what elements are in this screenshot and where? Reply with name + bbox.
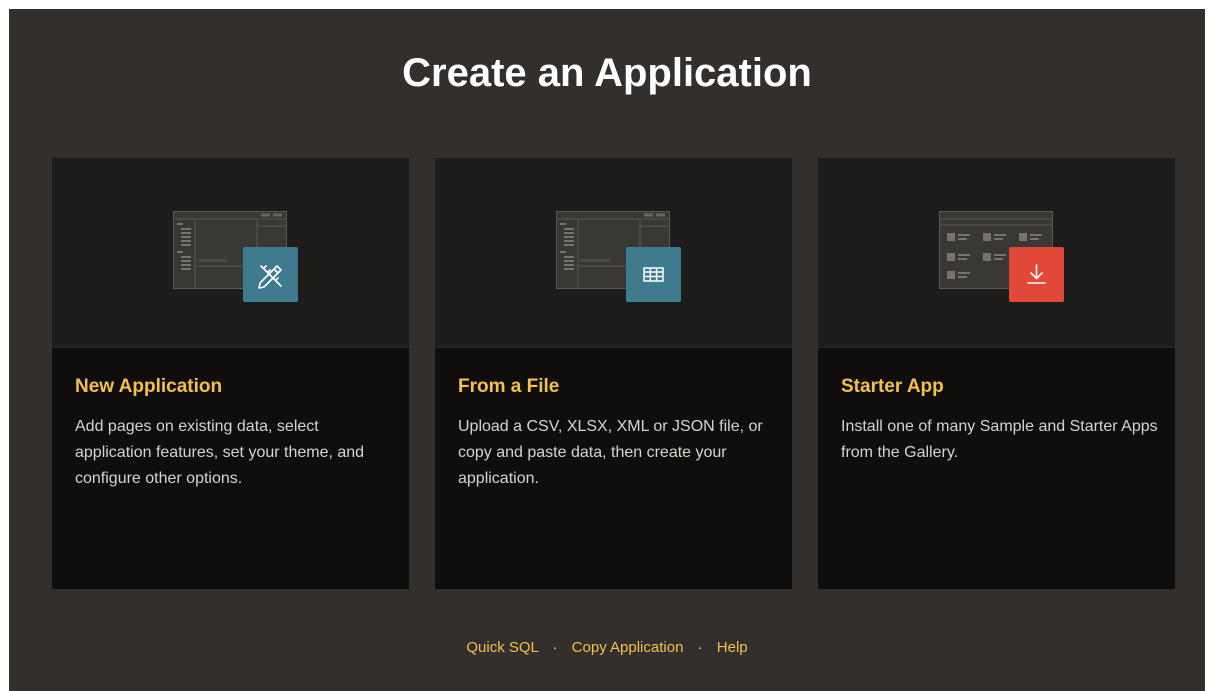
copy-application-link[interactable]: Copy Application <box>572 639 684 656</box>
create-application-dialog: Create an Application New Application Ad… <box>9 9 1205 691</box>
card-description: Upload a CSV, XLSX, XML or JSON file, or… <box>458 418 763 487</box>
page-title: Create an Application <box>402 51 812 95</box>
app-wireframe-illustration <box>556 211 681 302</box>
gallery-wireframe-illustration <box>939 211 1064 302</box>
help-link[interactable]: Help <box>717 639 748 656</box>
card-title: Starter App <box>841 376 944 397</box>
footer-links: Quick SQL · Copy Application · Help <box>9 639 1205 656</box>
card-title: From a File <box>458 376 560 397</box>
starter-app-card[interactable]: Starter App Install one of many Sample a… <box>818 158 1175 589</box>
card-title: New Application <box>75 376 223 397</box>
quick-sql-link[interactable]: Quick SQL <box>466 639 538 656</box>
app-wireframe-illustration <box>173 211 298 302</box>
footer-separator: · <box>697 639 703 656</box>
table-grid-icon <box>626 247 681 302</box>
card-illustration-area <box>435 158 792 348</box>
card-description: Add pages on existing data, select appli… <box>75 418 365 487</box>
card-description: Install one of many Sample and Starter A… <box>841 418 1158 461</box>
new-application-card[interactable]: New Application Add pages on existing da… <box>52 158 409 589</box>
footer-separator: · <box>552 639 558 656</box>
from-a-file-card[interactable]: From a File Upload a CSV, XLSX, XML or J… <box>435 158 792 589</box>
card-illustration-area <box>818 158 1175 348</box>
card-illustration-area <box>52 158 409 348</box>
